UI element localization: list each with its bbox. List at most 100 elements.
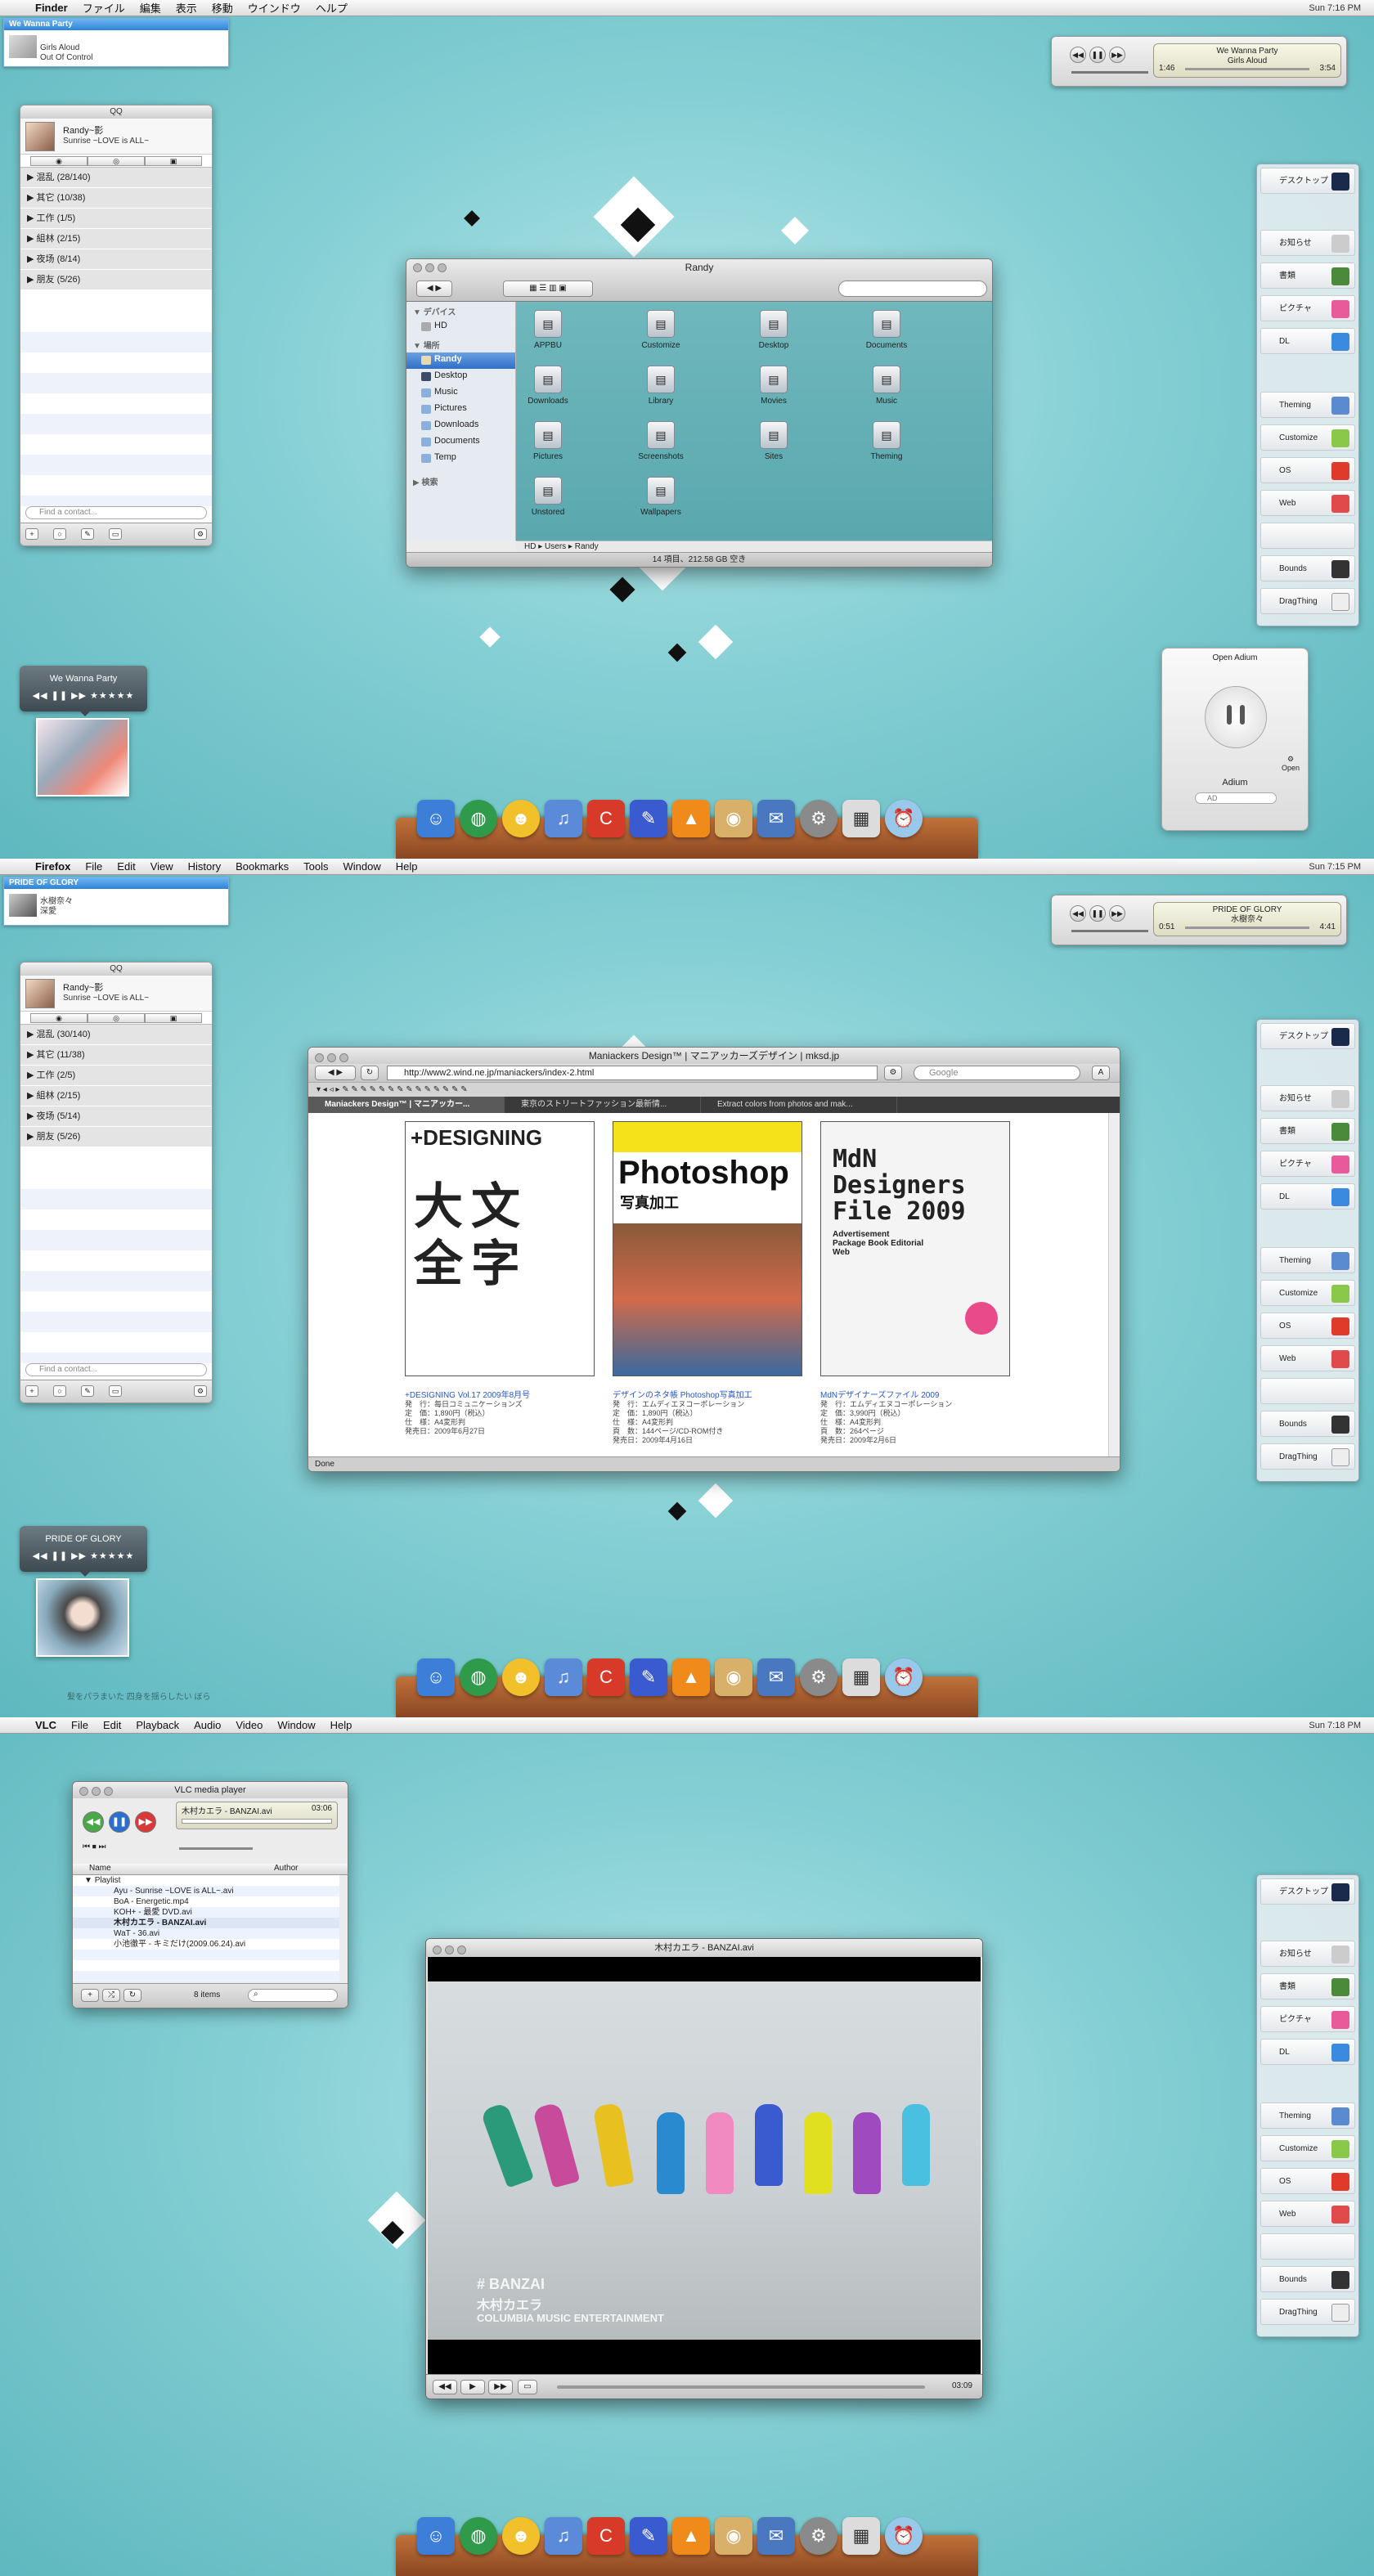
itunes-icon[interactable]: ♫: [545, 1658, 582, 1696]
path-item[interactable]: Randy: [575, 542, 599, 551]
gear-icon[interactable]: ⚙: [884, 1066, 902, 1080]
finder-icon[interactable]: ☺: [417, 800, 455, 837]
adium-icon[interactable]: ☻: [502, 800, 540, 837]
col-author[interactable]: Author: [274, 1864, 298, 1873]
video-surface[interactable]: # BANZAI 木村カエラ COLUMBIA MUSIC ENTERTAINM…: [428, 1957, 981, 2374]
alarm-icon[interactable]: ⏰: [885, 2517, 923, 2555]
finder-icon[interactable]: ☺: [417, 2517, 455, 2555]
mail-icon[interactable]: ✉: [757, 1658, 795, 1696]
zoom-icon[interactable]: [457, 1945, 466, 1954]
prev-button[interactable]: ◀◀: [1070, 47, 1086, 63]
book-item[interactable]: +DESIGNING 大文全字 +DESIGNING Vol.17 2009年8…: [405, 1121, 595, 1436]
folder-item[interactable]: ▤ Sites: [737, 421, 810, 461]
playlist-row[interactable]: Ayu - Sunrise ~LOVE is ALL~.avi: [73, 1886, 339, 1896]
folder-item[interactable]: ▤ Pictures: [511, 421, 585, 461]
cog-icon[interactable]: C: [587, 2517, 625, 2555]
zoom-icon[interactable]: [104, 1787, 113, 1796]
menu-item[interactable]: Window: [336, 860, 388, 873]
sidebar-item-blank[interactable]: [1260, 523, 1355, 549]
rewind-button[interactable]: ◀◀: [83, 1811, 104, 1833]
shuffle-icon[interactable]: ⤮: [102, 1989, 120, 2002]
menu-item[interactable]: Bookmarks: [228, 860, 296, 873]
text-size-icon[interactable]: A: [1092, 1066, 1110, 1080]
folder-item[interactable]: ▤ Customize: [624, 310, 698, 350]
gear-icon[interactable]: ⚙: [800, 1658, 837, 1696]
avatar[interactable]: [25, 979, 55, 1008]
book-cover[interactable]: Photoshop 写真加工: [613, 1121, 802, 1376]
owl-icon[interactable]: ◉: [715, 800, 752, 837]
avatar[interactable]: [25, 122, 55, 151]
sidebar-item-customize[interactable]: Customize: [1260, 1280, 1355, 1306]
close-icon[interactable]: [433, 1945, 442, 1954]
sidebar-item-desktop[interactable]: デスクトップ: [1260, 1878, 1355, 1905]
book-item[interactable]: MdN Designers File 2009 Advertisement Pa…: [820, 1121, 1010, 1445]
tab-recent[interactable]: ▣: [145, 156, 202, 166]
menu-item[interactable]: Edit: [110, 860, 142, 873]
menu-item[interactable]: Help: [388, 860, 425, 873]
album-art[interactable]: [36, 1578, 129, 1657]
alarm-icon[interactable]: ⏰: [885, 800, 923, 837]
search-input[interactable]: ⌕: [248, 1989, 338, 2002]
sidebar-item-os[interactable]: OS: [1260, 457, 1355, 483]
mail-icon[interactable]: ✉: [757, 2517, 795, 2555]
sidebar-item-pictures[interactable]: ピクチャ: [1260, 295, 1355, 321]
qq-group[interactable]: ▶ 其它 (10/38): [20, 188, 212, 209]
back-forward-buttons[interactable]: ◀ ▶: [315, 1066, 356, 1080]
folder-item[interactable]: ▤ Desktop: [737, 310, 810, 350]
adium-icon[interactable]: ☻: [502, 2517, 540, 2555]
vlc-icon[interactable]: ▲: [672, 1658, 710, 1696]
qq-group[interactable]: ▶ 組林 (2/15): [20, 1086, 212, 1106]
sidebar-item-downloads[interactable]: DL: [1260, 328, 1355, 354]
progress-bar[interactable]: [1185, 927, 1309, 929]
close-icon[interactable]: [79, 1787, 88, 1796]
adium-input[interactable]: AD: [1195, 792, 1277, 804]
folder-item[interactable]: ▤ Movies: [737, 366, 810, 406]
preview-icon[interactable]: ▦: [842, 800, 880, 837]
adium-icon[interactable]: ☻: [502, 1658, 540, 1696]
book-cover[interactable]: MdN Designers File 2009 Advertisement Pa…: [820, 1121, 1010, 1376]
gear-icon[interactable]: ⚙: [800, 2517, 837, 2555]
menubar-clock[interactable]: Sun 7:18 PM: [1309, 1721, 1374, 1730]
earth-icon[interactable]: ◍: [460, 1658, 497, 1696]
seek-bar[interactable]: [182, 1819, 332, 1824]
sidebar-item-dragthing[interactable]: DragThing: [1260, 588, 1355, 614]
sidebar-item-bounds[interactable]: Bounds: [1260, 1411, 1355, 1437]
qq-group[interactable]: ▶ 混乱 (28/140): [20, 168, 212, 188]
sidebar-item-news[interactable]: お知らせ: [1260, 230, 1355, 256]
playlist-row-current[interactable]: 木村カエラ - BANZAI.avi: [73, 1918, 339, 1928]
tab[interactable]: Extract colors from photos and mak...: [701, 1097, 897, 1113]
menu-item[interactable]: 表示: [168, 0, 204, 16]
sidebar-item-bounds[interactable]: Bounds: [1260, 555, 1355, 581]
sidebar-item-docs[interactable]: 書類: [1260, 263, 1355, 289]
pause-button[interactable]: ❚❚: [1089, 47, 1106, 63]
pen-icon[interactable]: ✎: [630, 800, 667, 837]
volume-slider[interactable]: [179, 1847, 253, 1850]
sidebar-item-bounds[interactable]: Bounds: [1260, 2266, 1355, 2292]
sidebar-item-web[interactable]: Web: [1260, 490, 1355, 516]
rewind-button[interactable]: ◀◀: [433, 2380, 457, 2394]
menu-item[interactable]: 移動: [204, 0, 240, 16]
menu-item[interactable]: Tools: [296, 860, 335, 873]
search-input[interactable]: [838, 280, 987, 297]
menu-app[interactable]: VLC: [28, 1719, 64, 1731]
sidebar-item-pictures[interactable]: ピクチャ: [1260, 1151, 1355, 1177]
vlc-icon[interactable]: ▲: [672, 2517, 710, 2555]
folder-item[interactable]: ▤ Library: [624, 366, 698, 406]
minimize-icon[interactable]: [327, 1053, 336, 1062]
repeat-icon[interactable]: ↻: [123, 1989, 141, 2002]
menu-item[interactable]: ファイル: [75, 0, 132, 16]
play-button[interactable]: ▶: [460, 2380, 485, 2394]
owl-icon[interactable]: ◉: [715, 2517, 752, 2555]
itunes-icon[interactable]: ♫: [545, 2517, 582, 2555]
menu-item[interactable]: Video: [228, 1719, 270, 1731]
menubar-clock[interactable]: Sun 7:15 PM: [1309, 862, 1374, 872]
sidebar-item-temp[interactable]: Temp: [406, 451, 515, 467]
vlc-icon[interactable]: ▲: [672, 800, 710, 837]
tab-recent[interactable]: ▣: [145, 1013, 202, 1023]
qq-group[interactable]: ▶ 夜场 (8/14): [20, 249, 212, 270]
sidebar-item-downloads[interactable]: DL: [1260, 1183, 1355, 1209]
col-name[interactable]: Name: [89, 1864, 111, 1873]
sidebar-item-theming[interactable]: Theming: [1260, 1247, 1355, 1273]
alarm-icon[interactable]: ⏰: [885, 1658, 923, 1696]
finder-icon[interactable]: ☺: [417, 1658, 455, 1696]
